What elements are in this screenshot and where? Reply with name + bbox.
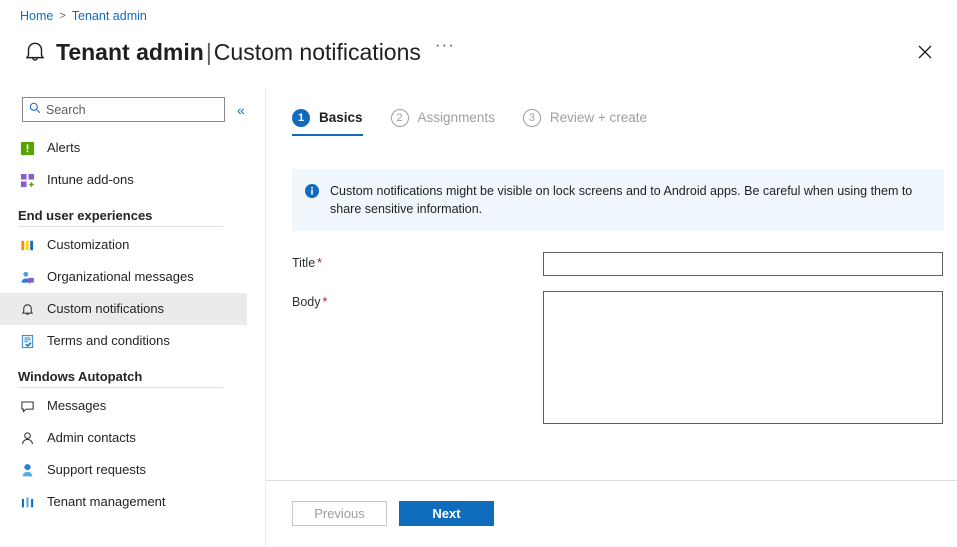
breadcrumb-tenant-admin-link[interactable]: Tenant admin <box>72 8 147 24</box>
sidebar-item-customization[interactable]: Customization <box>0 229 247 261</box>
sidebar-group-windows-autopatch: Windows Autopatch <box>0 369 247 384</box>
custom-notifications-icon <box>18 300 36 318</box>
info-icon <box>304 183 320 199</box>
sidebar-item-tenant-management[interactable]: Tenant management <box>0 486 247 518</box>
messages-icon <box>18 397 36 415</box>
breadcrumb-separator: > <box>59 8 65 24</box>
info-banner: Custom notifications might be visible on… <box>292 169 944 231</box>
tab-review-create[interactable]: 3 Review + create <box>523 109 647 136</box>
title-label: Title* <box>292 252 543 272</box>
title-input[interactable] <box>543 252 943 276</box>
sidebar-search-row: « <box>22 97 262 122</box>
tab-step-number: 3 <box>523 109 541 127</box>
intune-add-ons-icon <box>18 171 36 189</box>
tab-assignments[interactable]: 2 Assignments <box>391 109 495 136</box>
title-label-text: Title <box>292 256 315 270</box>
page-title-separator: | <box>204 39 214 65</box>
body-textarea[interactable] <box>543 291 943 424</box>
bell-icon <box>18 35 52 69</box>
sidebar-item-terms-and-conditions[interactable]: Terms and conditions <box>0 325 247 357</box>
sidebar-item-label: Terms and conditions <box>47 333 170 349</box>
body-required-marker: * <box>321 295 328 309</box>
alerts-icon <box>18 139 36 157</box>
body-label-text: Body <box>292 295 321 309</box>
previous-button[interactable]: Previous <box>292 501 387 526</box>
title-field-row: Title* <box>292 252 943 276</box>
sidebar-item-admin-contacts[interactable]: Admin contacts <box>0 422 247 454</box>
wizard-footer: Previous Next <box>292 501 494 526</box>
close-icon[interactable] <box>909 36 941 68</box>
sidebar-group-divider <box>18 387 223 388</box>
more-options-icon[interactable]: ··· <box>435 40 455 50</box>
wizard-tabs: 1 Basics 2 Assignments 3 Review + create <box>292 109 647 136</box>
page-title: Tenant admin|Custom notifications <box>56 37 421 67</box>
sidebar-item-intune-add-ons[interactable]: Intune add-ons <box>0 164 247 196</box>
support-requests-icon <box>18 461 36 479</box>
sidebar-item-label: Admin contacts <box>47 430 136 446</box>
page-title-main: Tenant admin <box>56 39 204 65</box>
breadcrumb: Home > Tenant admin <box>20 8 147 24</box>
sidebar-group-end-user-experiences: End user experiences <box>0 208 247 223</box>
sidebar: « Alerts <box>0 88 266 547</box>
tab-label: Basics <box>319 109 363 127</box>
sidebar-item-label: Tenant management <box>47 494 166 510</box>
chevron-double-left-icon[interactable]: « <box>237 103 245 117</box>
page-title-sub: Custom notifications <box>214 39 421 65</box>
tab-step-number: 2 <box>391 109 409 127</box>
search-input[interactable] <box>46 103 218 117</box>
breadcrumb-home-link[interactable]: Home <box>20 8 53 24</box>
sidebar-group-divider <box>18 226 223 227</box>
tab-label: Review + create <box>550 109 647 127</box>
tab-step-number: 1 <box>292 109 310 127</box>
tenant-admin-custom-notifications-page: Home > Tenant admin Tenant admin|Custom … <box>0 0 957 547</box>
terms-and-conditions-icon <box>18 332 36 350</box>
sidebar-item-label: Alerts <box>47 140 80 156</box>
main-content: 1 Basics 2 Assignments 3 Review + create… <box>266 88 957 547</box>
sidebar-item-label: Intune add-ons <box>47 172 134 188</box>
sidebar-item-messages[interactable]: Messages <box>0 390 247 422</box>
tenant-management-icon <box>18 493 36 511</box>
footer-divider <box>266 480 957 481</box>
tab-label: Assignments <box>418 109 495 127</box>
sidebar-item-alerts[interactable]: Alerts <box>0 132 247 164</box>
organizational-messages-icon <box>18 268 36 286</box>
body-label: Body* <box>292 291 543 311</box>
sidebar-item-support-requests[interactable]: Support requests <box>0 454 247 486</box>
title-required-marker: * <box>315 256 322 270</box>
body-field-row: Body* <box>292 291 943 424</box>
info-banner-text: Custom notifications might be visible on… <box>330 182 930 218</box>
admin-contacts-icon <box>18 429 36 447</box>
sidebar-item-label: Messages <box>47 398 106 414</box>
sidebar-item-organizational-messages[interactable]: Organizational messages <box>0 261 247 293</box>
page-title-row: Tenant admin|Custom notifications ··· <box>18 32 947 72</box>
sidebar-item-label: Organizational messages <box>47 269 194 285</box>
search-box[interactable] <box>22 97 225 122</box>
search-icon <box>29 101 41 119</box>
tab-basics[interactable]: 1 Basics <box>292 109 363 136</box>
sidebar-nav-list: Alerts Intune add-ons End user experienc… <box>0 132 247 547</box>
sidebar-item-custom-notifications[interactable]: Custom notifications <box>0 293 247 325</box>
sidebar-item-label: Support requests <box>47 462 146 478</box>
sidebar-item-label: Customization <box>47 237 129 253</box>
next-button[interactable]: Next <box>399 501 494 526</box>
customization-icon <box>18 236 36 254</box>
sidebar-item-label: Custom notifications <box>47 301 164 317</box>
